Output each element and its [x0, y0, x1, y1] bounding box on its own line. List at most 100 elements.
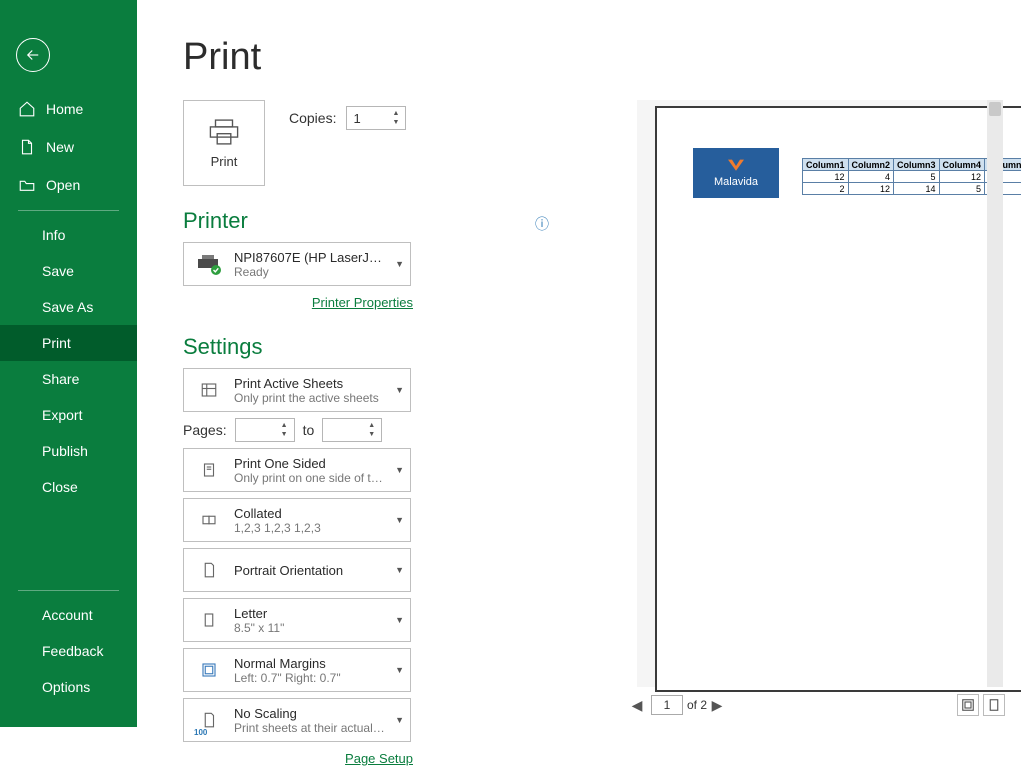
setting-margins[interactable]: Normal MarginsLeft: 0.7" Right: 0.7" ▼ [183, 648, 411, 692]
setting-title: Collated [234, 506, 385, 521]
print-button-label: Print [211, 154, 238, 169]
preview-current-page: 1 [664, 698, 671, 712]
spinner-up-icon[interactable]: ▲ [392, 110, 402, 117]
zoom-to-page-button[interactable] [983, 694, 1005, 716]
backstage-sidebar: Home New Open Info Save Save As Print Sh… [0, 0, 137, 727]
sidebar-item-label: Close [42, 479, 78, 495]
page-setup-link[interactable]: Page Setup [345, 751, 413, 766]
setting-title: No Scaling [234, 706, 385, 721]
setting-sub: Only print on one side of th... [234, 471, 385, 485]
preview-prev-page[interactable]: ◀ [627, 697, 647, 714]
pages-to-input[interactable]: ▲▼ [322, 418, 382, 442]
show-margins-button[interactable] [957, 694, 979, 716]
chevron-down-icon: ▼ [395, 465, 404, 475]
table-cell: 4 [848, 171, 894, 183]
preview-logo-text: Malavida [714, 176, 758, 188]
setting-paper-size[interactable]: Letter8.5" x 11" ▼ [183, 598, 411, 642]
setting-print-active-sheets[interactable]: Print Active SheetsOnly print the active… [183, 368, 411, 412]
sidebar-item-label: Home [46, 101, 83, 117]
setting-sides[interactable]: Print One SidedOnly print on one side of… [183, 448, 411, 492]
pages-range: Pages: ▲▼ to ▲▼ [183, 418, 553, 442]
sidebar-item-label: Print [42, 335, 71, 351]
pages-to-label: to [303, 422, 315, 438]
printer-icon [207, 118, 241, 146]
table-header: Column2 [848, 159, 894, 171]
sidebar-item-info[interactable]: Info [0, 217, 137, 253]
preview-page: Malavida Column1 Column2 Column3 Column4… [655, 106, 1021, 692]
sidebar-item-label: Export [42, 407, 82, 423]
setting-orientation[interactable]: Portrait Orientation ▼ [183, 548, 411, 592]
scrollbar-thumb[interactable] [989, 102, 1001, 116]
sidebar-item-account[interactable]: Account [0, 597, 137, 633]
table-header: Column4 [939, 159, 985, 171]
printer-info-icon[interactable]: ⓘ [535, 214, 549, 234]
table-cell: 2 [803, 183, 849, 195]
setting-sub: 8.5" x 11" [234, 621, 385, 635]
table-cell: 5 [894, 171, 940, 183]
sidebar-item-home[interactable]: Home [0, 90, 137, 128]
sidebar-item-feedback[interactable]: Feedback [0, 633, 137, 669]
sidebar-item-publish[interactable]: Publish [0, 433, 137, 469]
table-cell: 5 [939, 183, 985, 195]
sidebar-divider [18, 210, 119, 211]
folder-open-icon [18, 176, 36, 194]
print-button[interactable]: Print [183, 100, 265, 186]
collated-icon [194, 505, 224, 535]
sidebar-item-new[interactable]: New [0, 128, 137, 166]
scaling-icon: 100 [194, 705, 224, 735]
sidebar-item-options[interactable]: Options [0, 669, 137, 705]
spinner-down-icon[interactable]: ▼ [392, 119, 402, 126]
sidebar-item-label: Feedback [42, 643, 103, 659]
print-preview: Malavida Column1 Column2 Column3 Column4… [637, 100, 1003, 687]
setting-sub: Only print the active sheets [234, 391, 385, 405]
setting-sub: Print sheets at their actual size [234, 721, 385, 735]
pages-from-input[interactable]: ▲▼ [235, 418, 295, 442]
chevron-down-icon: ▼ [395, 715, 404, 725]
sidebar-item-label: Open [46, 177, 80, 193]
sidebar-divider [18, 590, 119, 591]
printer-status: Ready [234, 265, 385, 279]
sidebar-item-export[interactable]: Export [0, 397, 137, 433]
setting-sub: 1,2,3 1,2,3 1,2,3 [234, 521, 385, 535]
setting-title: Print One Sided [234, 456, 385, 471]
sidebar-item-print[interactable]: Print [0, 325, 137, 361]
setting-collated[interactable]: Collated1,2,3 1,2,3 1,2,3 ▼ [183, 498, 411, 542]
preview-page-input[interactable]: 1 [651, 695, 683, 715]
table-cell: 12 [848, 183, 894, 195]
printer-properties-link[interactable]: Printer Properties [312, 295, 413, 310]
sidebar-item-open[interactable]: Open [0, 166, 137, 204]
spinner-up-icon[interactable]: ▲ [281, 422, 291, 429]
portrait-icon [194, 555, 224, 585]
printer-picker[interactable]: NPI87607E (HP LaserJet M15... Ready ▼ [183, 242, 411, 286]
spinner-down-icon[interactable]: ▼ [281, 431, 291, 438]
paper-size-icon [194, 605, 224, 635]
back-button[interactable] [16, 38, 50, 72]
sidebar-item-close[interactable]: Close [0, 469, 137, 505]
spinner-down-icon[interactable]: ▼ [368, 431, 378, 438]
chevron-down-icon: ▼ [395, 615, 404, 625]
printer-status-icon [194, 249, 224, 279]
setting-title: Normal Margins [234, 656, 385, 671]
sidebar-item-label: Save [42, 263, 74, 279]
table-cell: 14 [894, 183, 940, 195]
preview-next-page[interactable]: ▶ [707, 697, 727, 714]
table-cell: 12 [803, 171, 849, 183]
chevron-down-icon: ▼ [395, 515, 404, 525]
preview-scrollbar[interactable] [987, 100, 1003, 687]
sidebar-item-label: Save As [42, 299, 93, 315]
sidebar-item-label: Info [42, 227, 65, 243]
spinner-up-icon[interactable]: ▲ [368, 422, 378, 429]
setting-title: Letter [234, 606, 385, 621]
sidebar-item-label: Share [42, 371, 79, 387]
chevron-down-icon: ▼ [395, 565, 404, 575]
sidebar-item-label: Publish [42, 443, 88, 459]
table-cell: 12 [939, 171, 985, 183]
sidebar-item-saveas[interactable]: Save As [0, 289, 137, 325]
new-document-icon [18, 138, 36, 156]
sidebar-item-share[interactable]: Share [0, 361, 137, 397]
page-title: Print [183, 36, 261, 79]
setting-scaling[interactable]: 100 No ScalingPrint sheets at their actu… [183, 698, 411, 742]
sidebar-item-label: Account [42, 607, 93, 623]
copies-input[interactable]: 1 ▲ ▼ [346, 106, 406, 130]
sidebar-item-save[interactable]: Save [0, 253, 137, 289]
